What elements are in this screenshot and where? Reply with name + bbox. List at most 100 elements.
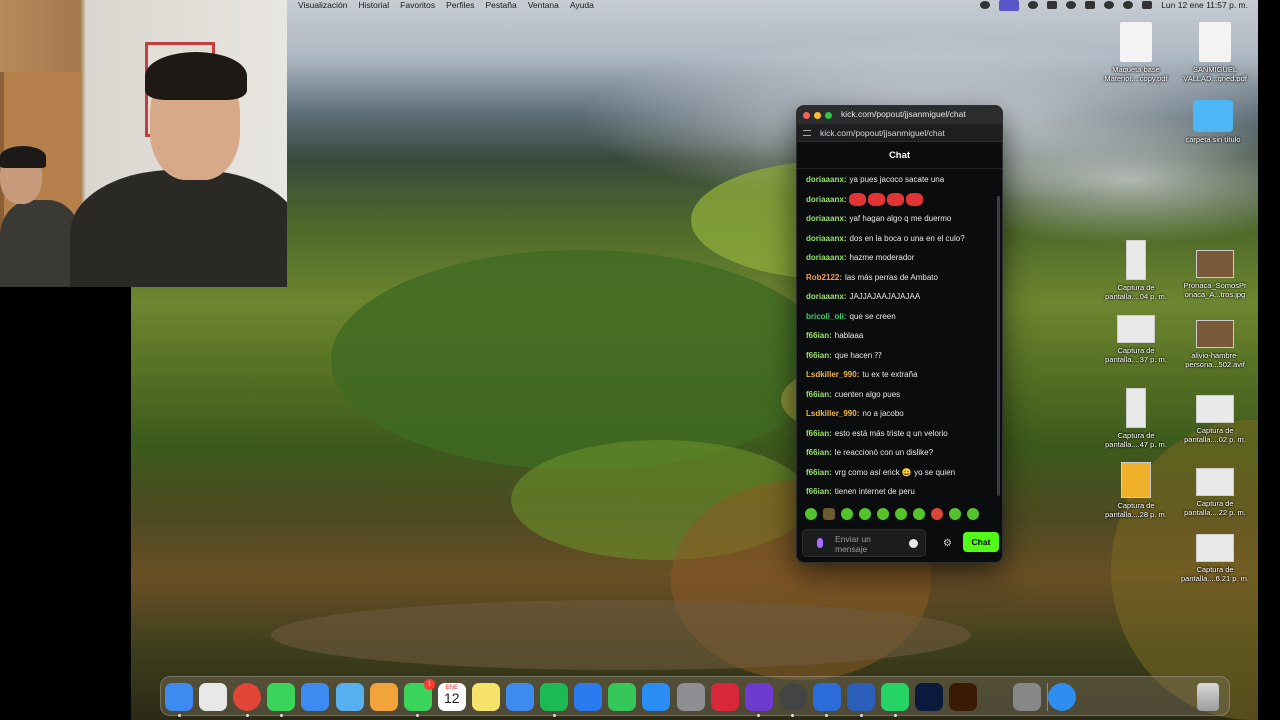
play-icon[interactable] [1066, 1, 1077, 9]
chat-username[interactable]: bricoli_oli: [806, 312, 846, 321]
minimize-window-button[interactable] [814, 111, 821, 119]
notes-icon[interactable] [471, 683, 500, 711]
chat-username[interactable]: f66ian: [806, 448, 832, 457]
camera-status-icon[interactable] [980, 1, 991, 9]
file-thumbnail-icon[interactable] [1196, 534, 1234, 562]
emote-icon[interactable] [913, 508, 925, 520]
illustrator-icon[interactable] [949, 683, 978, 711]
send-chat-button[interactable]: Chat [963, 532, 999, 552]
emote-icon[interactable] [823, 508, 835, 520]
facetime-icon[interactable]: 1 [403, 679, 435, 711]
chat-username[interactable]: f66ian: [806, 468, 832, 477]
file-thumbnail-icon[interactable] [1196, 395, 1234, 423]
desktop-file-label[interactable]: Captura de pantalla....22 p. m. [1175, 499, 1255, 517]
desktop-file-label[interactable]: carpeta sin título [1173, 135, 1253, 144]
chat-username[interactable]: f66ian: [806, 487, 832, 496]
dropbox-icon[interactable] [1047, 1, 1058, 9]
file-thumbnail-icon[interactable] [1196, 250, 1234, 278]
chat-username[interactable]: doriaaanx: [806, 195, 846, 204]
desktop-file-icon[interactable]: alivio-hambre-persona...502.avif [1175, 320, 1255, 369]
desktop-file-label[interactable]: Captura de pantalla....47 p. m. [1096, 431, 1176, 449]
spotify-icon[interactable] [540, 683, 569, 711]
close-window-button[interactable] [803, 111, 810, 119]
chat-username[interactable]: Lsdkiller_990: [806, 370, 859, 379]
chat-username[interactable]: f66ian: [806, 390, 832, 399]
whatsapp-icon[interactable] [881, 683, 910, 711]
freeform-icon[interactable] [506, 683, 534, 711]
mail-icon[interactable] [301, 683, 330, 711]
zoom-window-button[interactable] [825, 111, 832, 119]
wifi-icon[interactable] [1104, 1, 1115, 9]
system-settings-icon[interactable] [676, 683, 705, 711]
chat-username[interactable]: doriaaanx: [806, 214, 846, 223]
maps-icon[interactable] [335, 683, 364, 711]
menu-item-window[interactable]: Ventana [528, 0, 559, 10]
kick-icon[interactable] [812, 683, 841, 711]
chat-username[interactable]: Lsdkiller_990: [806, 409, 859, 418]
desktop-file-icon[interactable]: Captura de pantalla....6.21 p. m. [1175, 534, 1255, 583]
menu-item-tab[interactable]: Pestaña [485, 0, 516, 10]
battery-icon[interactable] [1085, 1, 1096, 9]
chat-username[interactable]: doriaaanx: [806, 175, 846, 184]
word-icon[interactable] [847, 683, 875, 711]
menu-item-profiles[interactable]: Perfiles [446, 0, 474, 10]
desktop-file-label[interactable]: SANMIGUEL VALLAD...gned.pdf [1175, 65, 1255, 83]
file-thumbnail-icon[interactable] [1121, 462, 1151, 498]
control-center-icon[interactable] [1142, 1, 1153, 9]
file-thumbnail-icon[interactable] [1126, 240, 1146, 280]
folder-icon[interactable] [1193, 100, 1233, 132]
emote-icon[interactable] [895, 508, 907, 520]
obs-status-icon[interactable] [1028, 1, 1039, 9]
desktop-file-icon[interactable]: Captura de pantalla....37 p. m. [1096, 315, 1176, 364]
menu-item-view[interactable]: Visualización [298, 0, 347, 10]
desktop-file-icon[interactable]: SANMIGUEL VALLAD...gned.pdf [1175, 22, 1255, 83]
photos-icon[interactable] [369, 683, 398, 711]
microphone-icon[interactable] [817, 538, 823, 548]
chat-username[interactable]: Rob2122: [806, 273, 842, 282]
chrome-icon[interactable] [233, 683, 262, 711]
calendar-icon[interactable]: ENE 12 [437, 683, 466, 711]
desktop-file-icon[interactable]: Captura de pantalla....04 p. m. [1096, 240, 1176, 301]
desktop-file-label[interactable]: Pronaca_SomosPr onaca_A...tros.jpg [1175, 281, 1255, 299]
obs-icon[interactable] [778, 683, 807, 711]
site-settings-icon[interactable] [803, 129, 811, 136]
desktop-file-label[interactable]: Captura de pantalla....6.21 p. m. [1175, 565, 1255, 583]
visual-studio-icon[interactable] [744, 683, 773, 711]
file-thumbnail-icon[interactable] [1126, 388, 1146, 428]
finder-window-icon[interactable] [1013, 683, 1042, 711]
chat-username[interactable]: f66ian: [806, 429, 832, 438]
photoshop-icon[interactable] [915, 683, 944, 711]
trash-icon[interactable] [1197, 683, 1219, 711]
desktop-file-label[interactable]: Captura de pantalla....28 p. m. [1096, 501, 1176, 519]
chat-username[interactable]: doriaaanx: [806, 292, 846, 301]
window-titlebar[interactable]: kick.com/popout/jjsanmiguel/chat [797, 106, 1002, 124]
desktop-file-icon[interactable]: Captura de pantalla....47 p. m. [1096, 388, 1176, 449]
keynote-icon[interactable] [574, 683, 603, 711]
url-text[interactable]: kick.com/popout/jjsanmiguel/chat [820, 128, 945, 138]
menu-item-history[interactable]: Historial [358, 0, 389, 10]
chat-username[interactable]: f66ian: [806, 331, 832, 340]
desktop-file-icon[interactable]: carpeta sin título [1173, 100, 1253, 144]
chat-username[interactable]: f66ian: [806, 351, 832, 360]
menu-bar-clock[interactable]: Lun 12 ene 11:57 p. m. [1161, 0, 1248, 10]
emote-icon[interactable] [949, 508, 961, 520]
desktop-file-label[interactable]: Captura de pantalla....02 p. m. [1175, 426, 1255, 444]
folder-icon[interactable] [1047, 683, 1076, 711]
emote-icon[interactable] [931, 508, 943, 520]
desktop-file-label[interactable]: Captura de pantalla....37 p. m. [1096, 346, 1176, 364]
menu-item-help[interactable]: Ayuda [570, 0, 594, 10]
emote-icon[interactable] [877, 508, 889, 520]
chat-username[interactable]: doriaaanx: [806, 234, 846, 243]
search-icon[interactable] [1123, 1, 1134, 9]
chat-message-list[interactable]: doriaaanx: ya pues jacoco sacate una doria… [797, 170, 1000, 500]
numbers-icon[interactable] [608, 683, 637, 711]
desktop-file-icon[interactable]: Captura de pantalla....22 p. m. [1175, 468, 1255, 517]
messages-icon[interactable] [267, 683, 296, 711]
desktop-file-label[interactable]: Maqueta base Materiot....copy.pdf [1096, 65, 1176, 83]
desktop-file-label[interactable]: alivio-hambre-persona...502.avif [1175, 351, 1255, 369]
launchpad-icon[interactable] [199, 683, 228, 711]
file-thumbnail-icon[interactable] [1196, 320, 1234, 348]
file-thumbnail-icon[interactable] [1117, 315, 1155, 343]
emoji-picker-icon[interactable] [909, 539, 918, 548]
file-thumbnail-icon[interactable] [1199, 22, 1231, 62]
